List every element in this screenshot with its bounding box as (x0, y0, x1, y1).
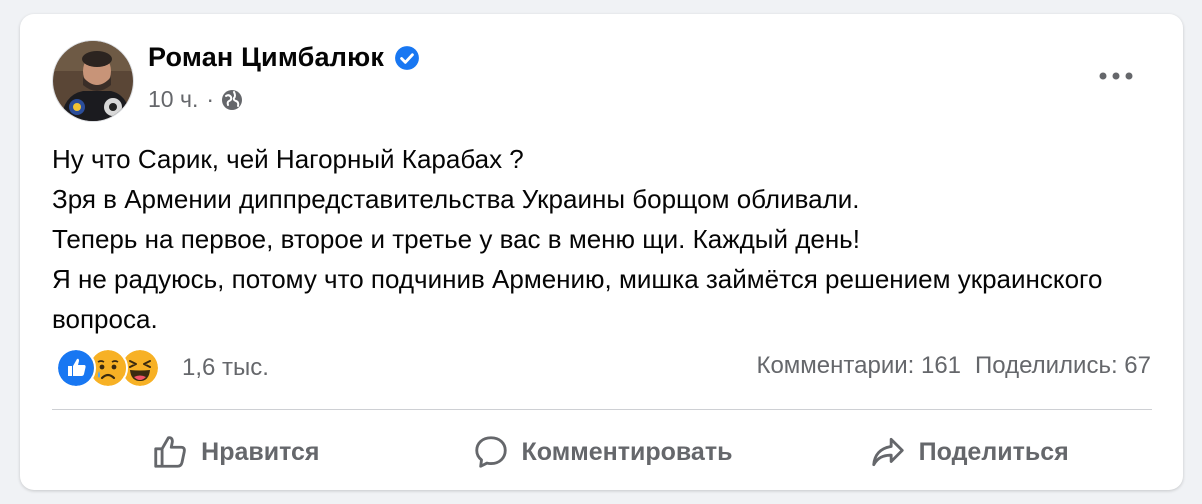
avatar[interactable] (52, 40, 134, 122)
comment-icon (474, 436, 507, 468)
comment-button[interactable]: Комментировать (419, 422, 786, 482)
avatar-photo (53, 41, 133, 121)
post-stats: Комментарии: 161 Поделились: 67 (756, 352, 1151, 380)
more-options-button[interactable] (1092, 58, 1140, 94)
post-card: Роман Цимбалюк 10 ч. · Ну что Сарик, чей… (20, 14, 1183, 490)
share-button[interactable]: Поделиться (785, 422, 1152, 482)
author-name[interactable]: Роман Цимбалюк (148, 42, 384, 73)
post-line: Теперь на первое, второе и третье у вас … (52, 224, 860, 254)
like-icon (56, 348, 96, 388)
comment-label: Комментировать (521, 437, 733, 466)
globe-icon[interactable] (220, 88, 244, 112)
verified-badge-icon (395, 45, 419, 70)
share-label: Поделиться (918, 437, 1069, 466)
shares-count[interactable]: Поделились: 67 (975, 352, 1151, 380)
comments-count[interactable]: Комментарии: 161 (756, 352, 961, 380)
author-block: Роман Цимбалюк (148, 42, 420, 73)
share-icon (871, 437, 904, 467)
reaction-count[interactable]: 1,6 тыс. (182, 354, 269, 382)
action-bar: Нравится Комментировать Поделиться (52, 422, 1152, 482)
like-label: Нравится (201, 437, 320, 466)
like-button[interactable]: Нравится (52, 422, 419, 482)
ellipsis-icon (1099, 72, 1133, 80)
reactions-summary[interactable]: 1,6 тыс. (56, 348, 269, 388)
divider (52, 409, 1152, 410)
meta-separator: · (206, 86, 215, 112)
post-text: Ну что Сарик, чей Нагорный Карабах ? Зря… (52, 139, 1162, 339)
post-meta: 10 ч. · (148, 86, 244, 113)
thumbs-up-icon (154, 436, 186, 468)
post-line: Зря в Армении диппредставительства Украи… (52, 184, 860, 214)
post-time[interactable]: 10 ч. (148, 86, 198, 113)
stats-gap (961, 352, 975, 380)
post-line: Ну что Сарик, чей Нагорный Карабах ? (52, 144, 524, 174)
reaction-icons (56, 348, 160, 388)
post-line: Я не радуюсь, потому что подчинив Армени… (52, 264, 1103, 334)
